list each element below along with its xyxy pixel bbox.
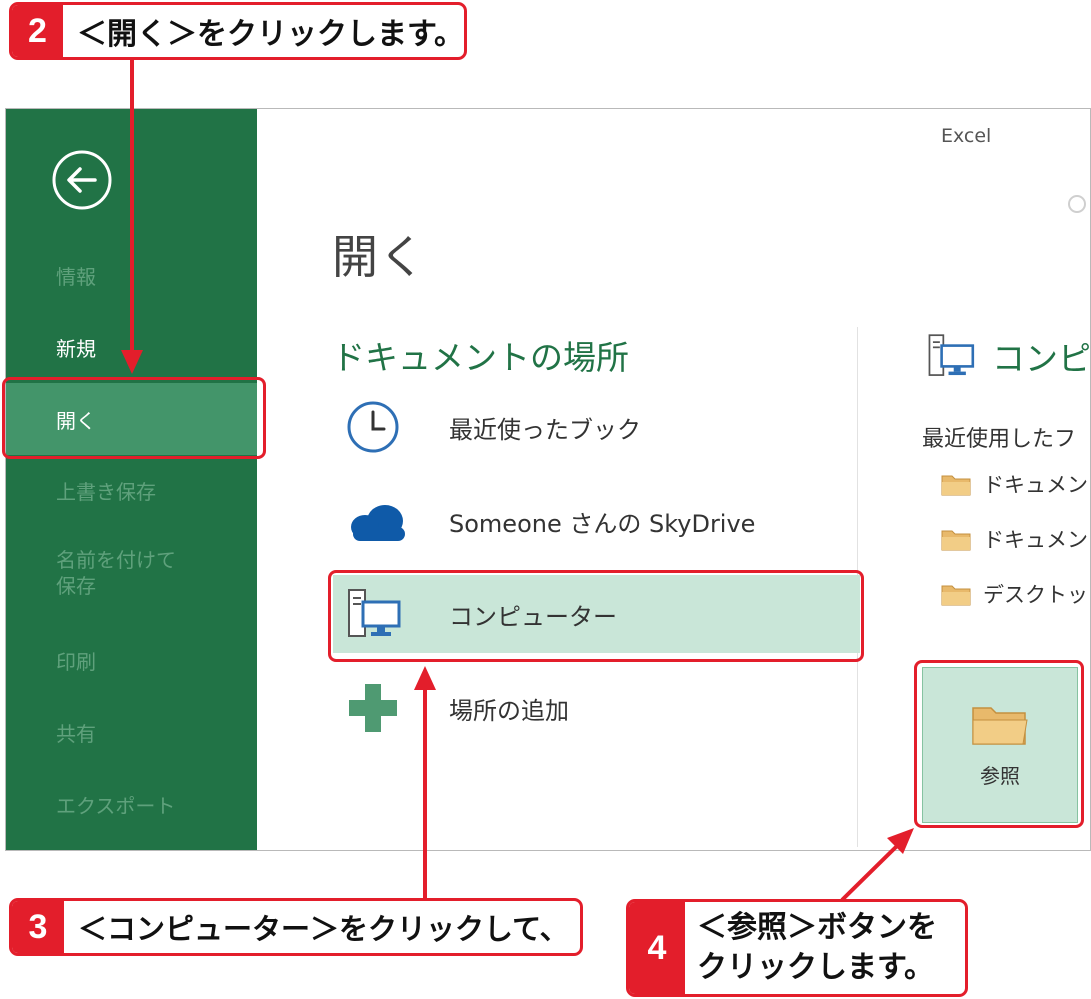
arrow-step-2 [121,60,143,374]
callout-step-4: 4 ＜参照＞ボタンを クリックします。 [626,899,968,997]
callout-text: ＜参照＞ボタンを クリックします。 [685,902,937,994]
annotation-arrows [121,60,914,902]
callout-number: 4 [629,902,685,994]
callout-text: ＜コンピューター＞をクリックして、 [78,912,569,946]
arrow-step-4 [840,828,914,902]
callout-text-line-2: クリックします。 [697,950,934,985]
callout-number: 3 [12,901,64,953]
callout-text-line-1: ＜参照＞ボタンを [697,910,937,945]
callout-step-3: 3 ＜コンピューター＞をクリックして、 [9,898,583,956]
arrow-step-3 [414,666,436,898]
